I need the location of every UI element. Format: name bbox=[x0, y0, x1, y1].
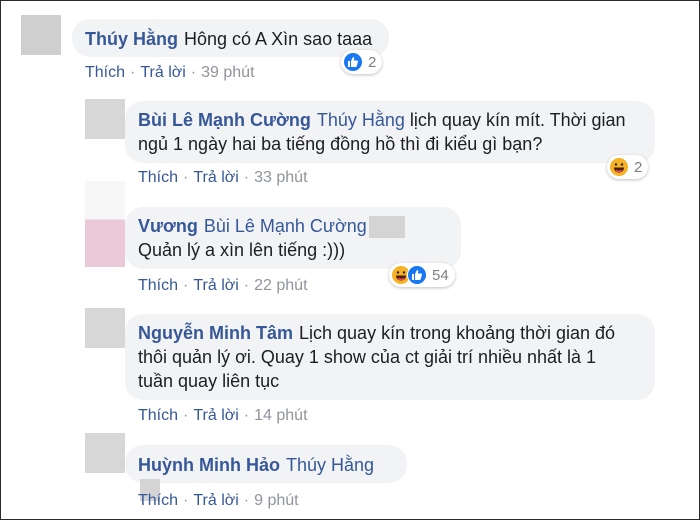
comment-bubble: Thúy Hằng Hông có A Xìn sao taaa bbox=[72, 19, 389, 57]
haha-icon bbox=[609, 157, 629, 177]
separator: · bbox=[243, 277, 250, 294]
like-button[interactable]: Thích bbox=[138, 407, 178, 424]
redacted-block bbox=[368, 216, 405, 239]
timestamp[interactable]: 14 phút bbox=[254, 407, 307, 424]
reaction-count: 2 bbox=[634, 158, 643, 176]
reaction-count: 54 bbox=[432, 266, 449, 284]
like-icon bbox=[407, 265, 427, 285]
comment-bubble: Bùi Lê Mạnh Cường Thúy Hằng lịch quay kín… bbox=[125, 101, 655, 163]
mention-link[interactable]: Thúy Hằng bbox=[286, 455, 374, 475]
like-icon bbox=[343, 52, 363, 72]
mention-link[interactable]: Thúy Hằng bbox=[317, 110, 405, 130]
author-name[interactable]: Bùi Lê Mạnh Cường bbox=[138, 110, 311, 130]
comment-text: Lịch quay kín trong khoảng thời gian đó bbox=[299, 323, 616, 343]
comment-text: ngủ 1 ngày hai ba tiếng đồng hồ thì đi k… bbox=[138, 134, 543, 154]
reaction-summary[interactable]: 2 bbox=[607, 155, 649, 179]
reply-button[interactable]: Trả lời bbox=[140, 64, 185, 81]
author-name[interactable]: Nguyễn Minh Tâm bbox=[138, 323, 293, 343]
avatar[interactable] bbox=[85, 433, 125, 473]
separator: · bbox=[243, 492, 250, 509]
separator: · bbox=[183, 169, 189, 186]
comment-actions: Thích · Trả lời · 14 phút bbox=[138, 407, 308, 425]
comment-bubble: Vương Bùi Lê Mạnh Cường Quản lý a xìn lên … bbox=[125, 207, 461, 269]
comment-thread: Thúy Hằng Hông có A Xìn sao taaa 2 Thích ·… bbox=[0, 0, 700, 520]
separator: · bbox=[183, 407, 189, 424]
author-name[interactable]: Thúy Hằng bbox=[85, 29, 178, 49]
separator: · bbox=[190, 64, 197, 81]
mention-link[interactable]: Bùi Lê Mạnh Cường bbox=[204, 216, 367, 236]
author-name[interactable]: Vương bbox=[138, 216, 198, 236]
separator: · bbox=[183, 492, 189, 509]
comment-text: Hông có A Xìn sao taaa bbox=[184, 29, 373, 49]
reaction-count: 2 bbox=[368, 53, 377, 71]
reply-button[interactable]: Trả lời bbox=[193, 169, 238, 186]
reply-button[interactable]: Trả lời bbox=[193, 492, 238, 509]
like-button[interactable]: Thích bbox=[138, 492, 178, 509]
avatar[interactable] bbox=[21, 15, 61, 55]
timestamp[interactable]: 9 phút bbox=[254, 492, 298, 509]
avatar[interactable] bbox=[85, 99, 125, 139]
comment-actions: Thích · Trả lời · 22 phút bbox=[138, 277, 308, 295]
avatar[interactable] bbox=[85, 181, 125, 267]
separator: · bbox=[243, 407, 250, 424]
comment-bubble: Nguyễn Minh Tâm Lịch quay kín trong khoản… bbox=[125, 314, 655, 400]
avatar[interactable] bbox=[85, 308, 125, 348]
separator: · bbox=[183, 277, 189, 294]
comment-actions: Thích · Trả lời · 9 phút bbox=[138, 492, 299, 510]
reaction-summary[interactable]: 2 bbox=[341, 50, 383, 74]
reaction-summary[interactable]: 54 bbox=[389, 263, 455, 287]
comment-bubble: Huỳnh Minh Hảo Thúy Hằng bbox=[125, 445, 407, 502]
author-name[interactable]: Huỳnh Minh Hảo bbox=[138, 455, 280, 475]
separator: · bbox=[243, 169, 250, 186]
comment-text: lịch quay kín mít. Thời gian bbox=[409, 110, 626, 130]
timestamp[interactable]: 39 phút bbox=[201, 64, 254, 81]
like-button[interactable]: Thích bbox=[85, 64, 125, 81]
comment-text: Quản lý a xìn lên tiếng :))) bbox=[138, 240, 346, 261]
timestamp[interactable]: 22 phút bbox=[254, 277, 307, 294]
timestamp[interactable]: 33 phút bbox=[254, 169, 307, 186]
like-button[interactable]: Thích bbox=[138, 169, 178, 186]
comment-actions: Thích · Trả lời · 33 phút bbox=[138, 169, 308, 187]
comment-actions: Thích · Trả lời · 39 phút bbox=[85, 64, 255, 82]
comment-text: tuần quay liên tục bbox=[138, 371, 280, 391]
comment-text: thôi quản lý ơi. Quay 1 show của ct giải… bbox=[138, 347, 597, 367]
separator: · bbox=[130, 64, 136, 81]
reply-button[interactable]: Trả lời bbox=[193, 407, 238, 424]
like-button[interactable]: Thích bbox=[138, 277, 178, 294]
reply-button[interactable]: Trả lời bbox=[193, 277, 238, 294]
